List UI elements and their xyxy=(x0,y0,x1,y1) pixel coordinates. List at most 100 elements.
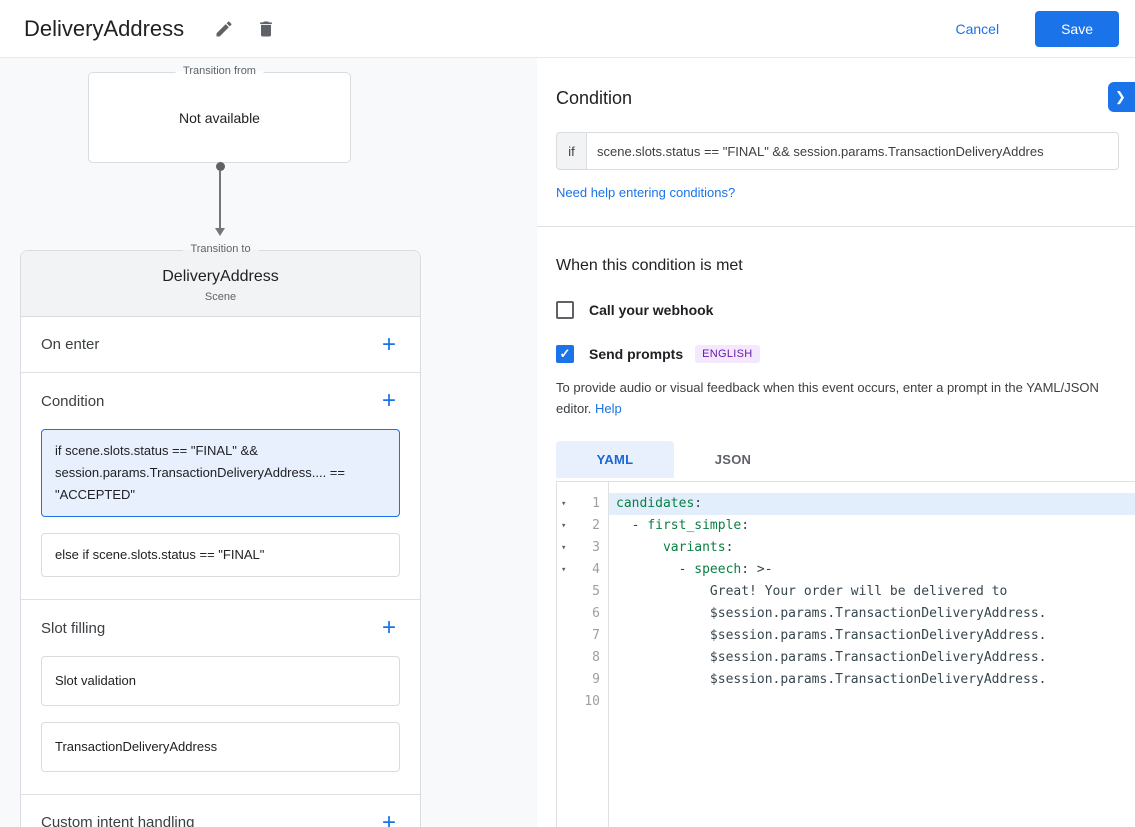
transition-arrow xyxy=(211,160,229,236)
add-slot-button[interactable]: + xyxy=(372,611,406,645)
editor-line[interactable]: ▾ 2 - first_simple: xyxy=(557,515,1135,537)
slot-list: Slot validation TransactionDeliveryAddre… xyxy=(21,656,420,772)
scene-card-header[interactable]: DeliveryAddress Scene xyxy=(21,251,420,317)
add-on-enter-button[interactable]: + xyxy=(372,328,406,362)
plus-icon: + xyxy=(382,331,396,358)
call-webhook-row[interactable]: Call your webhook xyxy=(556,301,713,319)
code-prefix: - xyxy=(616,562,694,577)
section-custom-intent-label: Custom intent handling xyxy=(41,814,194,827)
collapse-panel-button[interactable]: ❯ xyxy=(1108,82,1135,112)
editor-gutter: ▾ 9 xyxy=(557,669,608,691)
section-custom-intent: Custom intent handling + xyxy=(21,795,420,827)
line-number: 4 xyxy=(573,559,600,581)
save-button[interactable]: Save xyxy=(1035,11,1119,47)
code-text[interactable] xyxy=(608,691,1135,713)
condition-expression-row: if xyxy=(556,132,1119,170)
main-content: Transition from Not available Transition… xyxy=(0,58,1135,827)
code-post: : xyxy=(741,518,749,533)
scene-card-subtitle: Scene xyxy=(21,291,420,303)
editor-gutter: ▾ 8 xyxy=(557,647,608,669)
code-text[interactable]: $session.params.TransactionDeliveryAddre… xyxy=(608,603,1135,625)
transition-to-label: Transition to xyxy=(182,243,258,255)
add-condition-button[interactable]: + xyxy=(372,384,406,418)
code-text[interactable]: - first_simple: xyxy=(608,515,1135,537)
fold-arrow-icon[interactable]: ▾ xyxy=(561,537,573,559)
condition-item[interactable]: else if scene.slots.status == "FINAL" xyxy=(41,533,400,577)
code-text[interactable]: $session.params.TransactionDeliveryAddre… xyxy=(608,669,1135,691)
editor-line[interactable]: ▾ 10 xyxy=(557,691,1135,713)
topbar: DeliveryAddress Cancel Save xyxy=(0,0,1135,58)
delete-scene-button[interactable] xyxy=(248,11,284,47)
condition-input[interactable] xyxy=(586,132,1119,170)
send-prompts-row[interactable]: ✓ Send prompts ENGLISH xyxy=(556,345,760,363)
plus-icon: + xyxy=(382,387,396,414)
tab-yaml[interactable]: YAML xyxy=(556,441,674,478)
help-link[interactable]: Help xyxy=(595,401,622,416)
editor-gutter: ▾ 3 xyxy=(557,537,608,559)
editor-gutter: ▾ 6 xyxy=(557,603,608,625)
fold-arrow-icon[interactable]: ▾ xyxy=(561,515,573,537)
transition-from-label: Transition from xyxy=(175,65,264,77)
line-number: 10 xyxy=(573,691,600,713)
code-plain: Great! Your order will be delivered to xyxy=(616,584,1007,599)
cancel-button[interactable]: Cancel xyxy=(955,21,999,37)
code-key: speech xyxy=(694,562,741,577)
editor-line[interactable]: ▾ 4 - speech: >- xyxy=(557,559,1135,581)
scene-card: Transition to DeliveryAddress Scene On e… xyxy=(20,250,421,827)
arrow-dot-icon xyxy=(216,162,225,171)
check-icon: ✓ xyxy=(560,346,571,362)
code-plain: $session.params.TransactionDeliveryAddre… xyxy=(616,650,1046,665)
editor-line[interactable]: ▾ 7 $session.params.TransactionDeliveryA… xyxy=(557,625,1135,647)
code-key: variants xyxy=(663,540,726,555)
editor-line[interactable]: ▾ 6 $session.params.TransactionDeliveryA… xyxy=(557,603,1135,625)
editor-line[interactable]: ▾ 9 $session.params.TransactionDeliveryA… xyxy=(557,669,1135,691)
code-post: : xyxy=(694,496,702,511)
arrow-head-icon xyxy=(215,228,225,236)
code-plain: $session.params.TransactionDeliveryAddre… xyxy=(616,628,1046,643)
transition-from-node: Transition from Not available xyxy=(88,72,351,163)
add-custom-intent-button[interactable]: + xyxy=(372,806,406,827)
edit-title-button[interactable] xyxy=(206,11,242,47)
condition-item[interactable]: if scene.slots.status == "FINAL" && sess… xyxy=(41,429,400,517)
code-text[interactable]: Great! Your order will be delivered to xyxy=(608,581,1135,603)
plus-icon: + xyxy=(382,614,396,641)
condition-help-link[interactable]: Need help entering conditions? xyxy=(556,185,735,200)
section-slot-filling-header: Slot filling + xyxy=(21,600,420,656)
code-text[interactable]: candidates: xyxy=(608,493,1135,515)
condition-item-text: else if scene.slots.status == "FINAL" xyxy=(55,547,264,562)
editor-line[interactable]: ▾ 8 $session.params.TransactionDeliveryA… xyxy=(557,647,1135,669)
code-key: candidates xyxy=(616,496,694,511)
editor-gutter: ▾ 4 xyxy=(557,559,608,581)
webhook-checkbox[interactable] xyxy=(556,301,574,319)
condition-detail-panel: ❯ Condition if Need help entering condit… xyxy=(537,58,1135,827)
fold-arrow-icon[interactable]: ▾ xyxy=(561,493,573,515)
editor-lines: ▾ 1 candidates: ▾ 2 - first_simple: xyxy=(557,493,1135,713)
send-prompts-label: Send prompts xyxy=(589,346,683,362)
editor-line[interactable]: ▾ 1 candidates: xyxy=(557,493,1135,515)
editor-tabs: YAML JSON xyxy=(556,441,1135,478)
slot-item[interactable]: Slot validation xyxy=(41,656,400,706)
fold-arrow-icon[interactable]: ▾ xyxy=(561,559,573,581)
slot-item[interactable]: TransactionDeliveryAddress xyxy=(41,722,400,772)
yaml-editor[interactable]: ▾ 1 candidates: ▾ 2 - first_simple: xyxy=(556,481,1135,827)
section-condition-label: Condition xyxy=(41,393,104,410)
chevron-right-icon: ❯ xyxy=(1115,89,1126,104)
code-text[interactable]: $session.params.TransactionDeliveryAddre… xyxy=(608,647,1135,669)
editor-line[interactable]: ▾ 5 Great! Your order will be delivered … xyxy=(557,581,1135,603)
code-text[interactable]: $session.params.TransactionDeliveryAddre… xyxy=(608,625,1135,647)
send-prompts-checkbox[interactable]: ✓ xyxy=(556,345,574,363)
section-slot-filling: Slot filling + Slot validation Transacti… xyxy=(21,600,420,795)
tab-json[interactable]: JSON xyxy=(674,441,792,478)
code-text[interactable]: - speech: >- xyxy=(608,559,1135,581)
section-on-enter-label: On enter xyxy=(41,336,99,353)
code-text[interactable]: variants: xyxy=(608,537,1135,559)
code-key: first_simple xyxy=(647,518,741,533)
when-condition-heading: When this condition is met xyxy=(556,257,1135,275)
line-number: 5 xyxy=(573,581,600,603)
editor-gutter: ▾ 5 xyxy=(557,581,608,603)
webhook-label: Call your webhook xyxy=(589,302,713,318)
editor-line[interactable]: ▾ 3 variants: xyxy=(557,537,1135,559)
line-number: 8 xyxy=(573,647,600,669)
condition-heading: Condition xyxy=(556,88,1135,109)
scene-canvas: Transition from Not available Transition… xyxy=(0,58,537,827)
